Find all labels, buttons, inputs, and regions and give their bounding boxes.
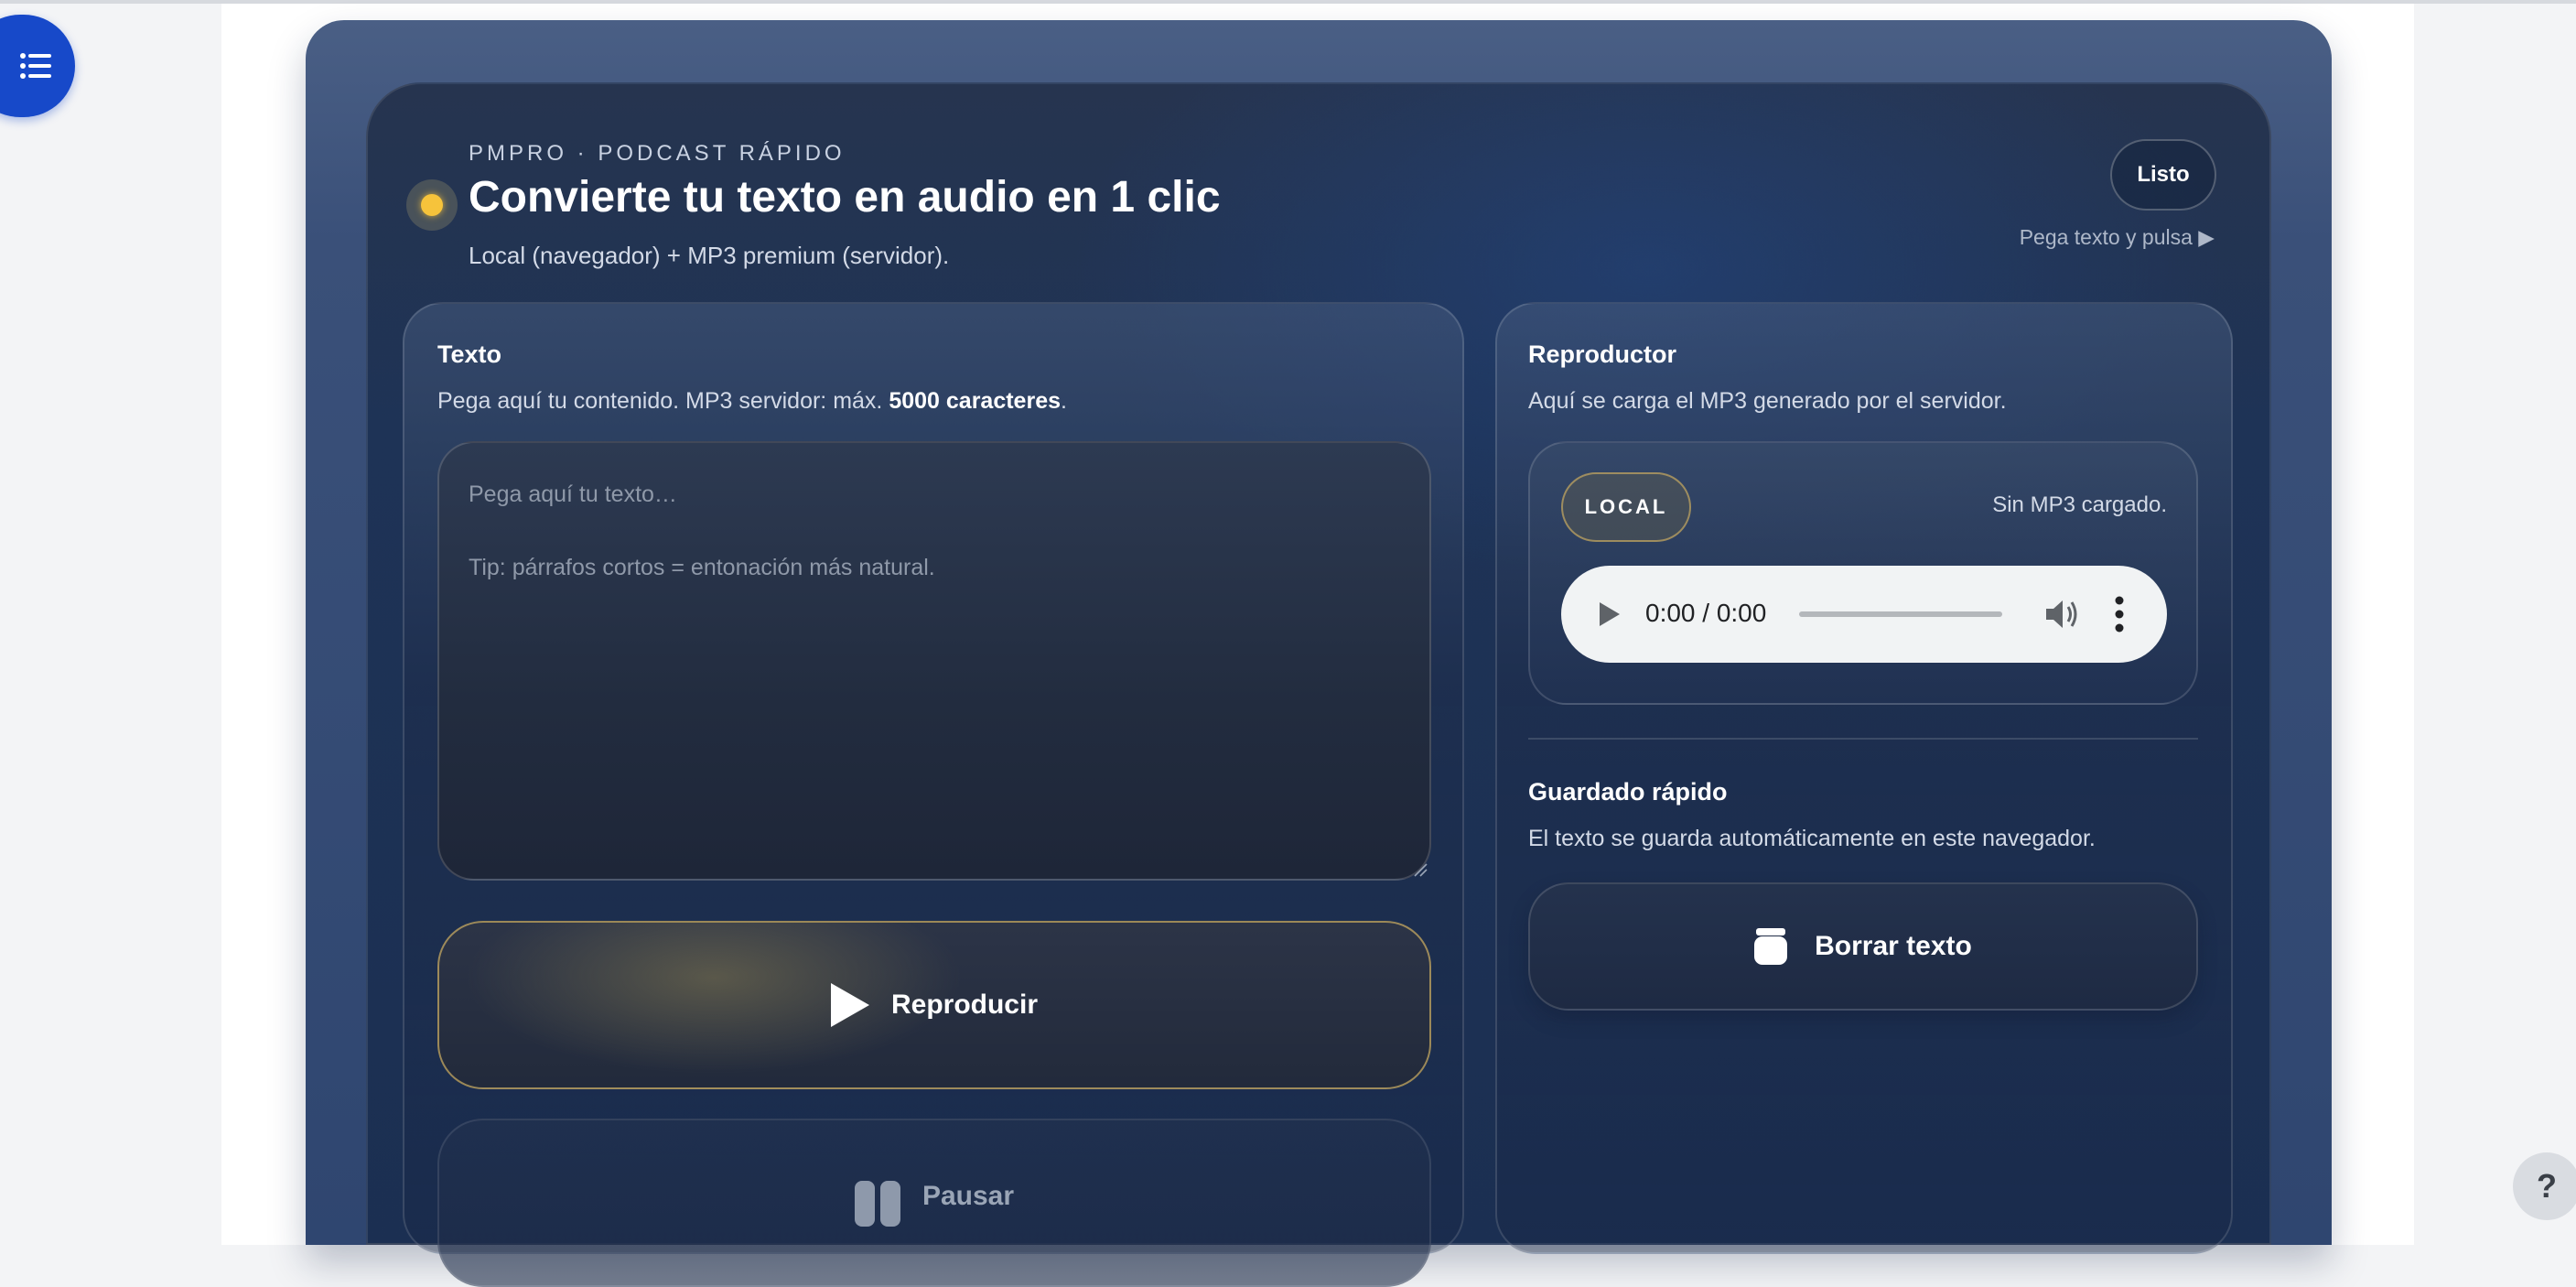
page-subtitle: Local (navegador) + MP3 premium (servido… <box>469 242 950 269</box>
pause-button-label: Pausar <box>922 1181 1015 1211</box>
play-icon <box>830 983 869 1027</box>
clear-text-button[interactable]: Borrar texto <box>1528 882 2198 1011</box>
status-dot-icon <box>421 194 443 216</box>
save-section-description: El texto se guarda automáticamente en es… <box>1528 826 2096 851</box>
mode-badge: LOCAL <box>1561 472 1691 542</box>
hint-text: Pega texto y pulsa ▶ <box>2019 225 2215 249</box>
list-icon <box>20 53 51 79</box>
mp3-status: Sin MP3 cargado. <box>1992 492 2167 517</box>
audio-time: 0:00 / 0:00 <box>1645 599 1767 627</box>
save-section-title: Guardado rápido <box>1528 778 1728 806</box>
pause-icon <box>854 1181 900 1227</box>
trash-icon <box>1754 928 1788 965</box>
page-title: Convierte tu texto en audio en 1 clic <box>469 173 1221 222</box>
eyebrow-label: PMPRO · PODCAST RÁPIDO <box>469 141 846 166</box>
status-indicator <box>406 179 458 231</box>
volume-icon[interactable] <box>2044 597 2081 632</box>
audio-player: 0:00 / 0:00 <box>1561 566 2167 663</box>
pause-button[interactable]: Pausar <box>437 1119 1431 1287</box>
help-button[interactable]: ? <box>2513 1152 2576 1220</box>
divider <box>1528 738 2198 740</box>
resize-handle-icon[interactable] <box>1413 862 1428 877</box>
sidebar-toggle-button[interactable] <box>0 15 75 117</box>
text-panel-title: Texto <box>437 341 502 368</box>
text-panel-description: Pega aquí tu contenido. MP3 servidor: má… <box>437 388 1067 414</box>
audio-play-icon[interactable] <box>1600 602 1620 626</box>
more-options-icon[interactable] <box>2114 595 2125 633</box>
clear-text-label: Borrar texto <box>1815 931 1972 961</box>
play-button-label: Reproducir <box>890 990 1039 1020</box>
text-input[interactable] <box>437 441 1431 881</box>
player-panel-description: Aquí se carga el MP3 generado por el ser… <box>1528 388 2007 414</box>
audio-progress-bar[interactable] <box>1799 611 2002 617</box>
status-badge: Listo <box>2110 139 2216 211</box>
char-limit: 5000 caracteres <box>889 388 1061 414</box>
player-panel-title: Reproductor <box>1528 341 1676 368</box>
play-button[interactable]: Reproducir <box>437 921 1431 1089</box>
